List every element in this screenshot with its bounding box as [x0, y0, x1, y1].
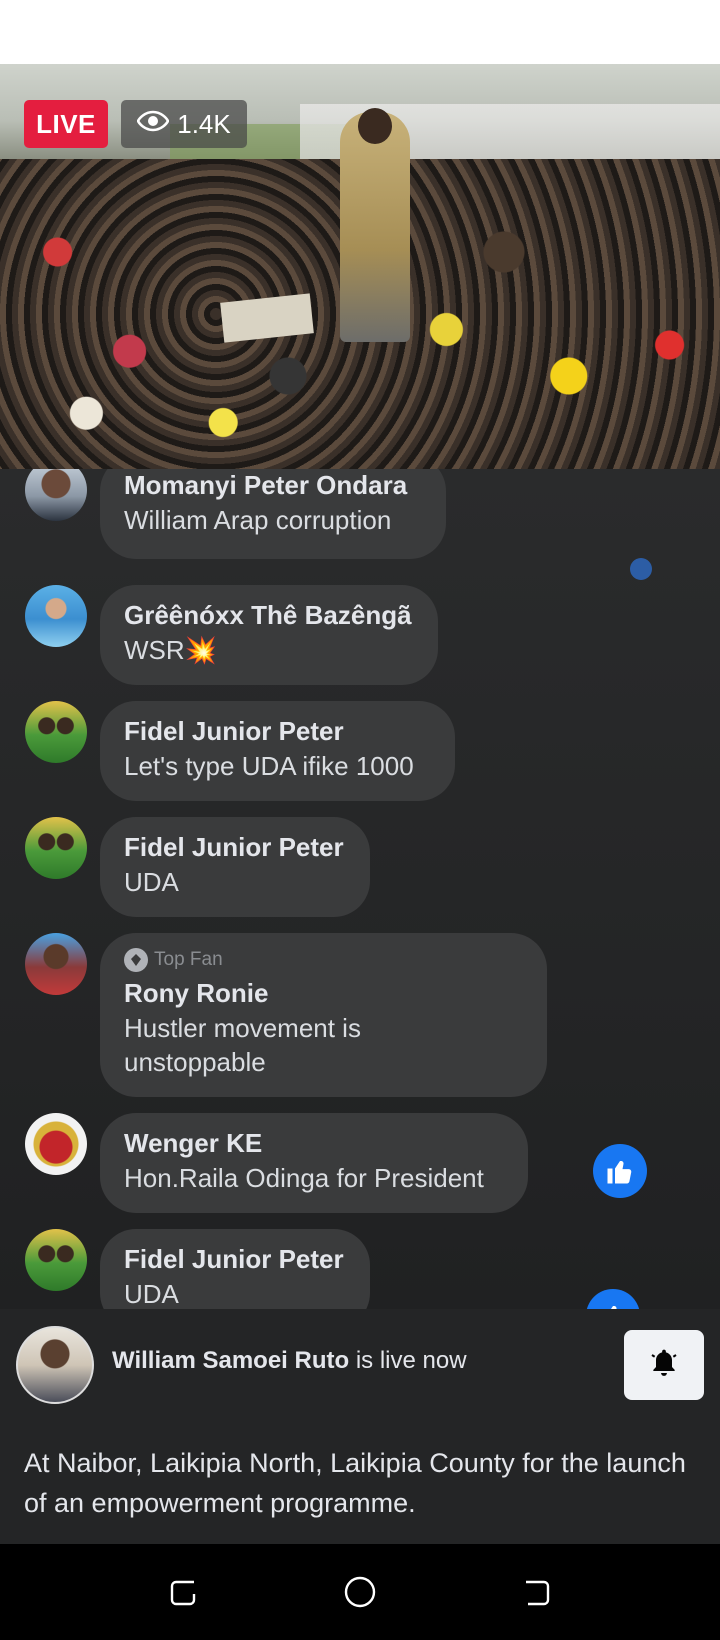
- status-bar: [0, 0, 720, 64]
- avatar[interactable]: [25, 1113, 87, 1175]
- avatar[interactable]: [25, 701, 87, 763]
- comment-bubble: Wenger KE Hon.Raila Odinga for President: [100, 1113, 528, 1213]
- live-status-text: is live now: [355, 1347, 467, 1374]
- comment-text: William Arap corruption: [124, 505, 392, 535]
- avatar[interactable]: [25, 933, 87, 995]
- comment-author[interactable]: Wenger KE: [124, 1125, 504, 1161]
- comment-author[interactable]: Rony Ronie: [124, 975, 523, 1011]
- comment-bubble: Momanyi Peter Ondara William Arap corrup…: [100, 469, 446, 559]
- top-fan-badge: Top Fan: [124, 945, 523, 975]
- live-badge: LIVE: [24, 100, 108, 148]
- avatar[interactable]: [25, 585, 87, 647]
- host-avatar[interactable]: [16, 1326, 94, 1404]
- host-status-line: William Samoei Ruto is live now: [112, 1347, 467, 1375]
- comment-author[interactable]: Momanyi Peter Ondara: [124, 469, 422, 503]
- viewer-count-badge: 1.4K: [121, 100, 247, 148]
- live-description: At Naibor, Laikipia North, Laikipia Coun…: [24, 1448, 686, 1518]
- comment-bubble: Top Fan Rony Ronie Hustler movement is u…: [100, 933, 547, 1097]
- comment-text: UDA: [124, 1279, 179, 1309]
- recent-apps-icon[interactable]: [166, 1574, 202, 1610]
- comment-bubble: Fidel Junior Peter UDA: [100, 817, 370, 917]
- like-icon[interactable]: [586, 1289, 640, 1309]
- comment-author[interactable]: Fidel Junior Peter: [124, 713, 431, 749]
- back-icon[interactable]: [518, 1574, 554, 1610]
- bell-icon: [648, 1347, 680, 1384]
- comment-bubble: Grêênóxx Thê Bazêngã WSR💥: [100, 585, 438, 685]
- home-icon[interactable]: [342, 1574, 378, 1610]
- avatar[interactable]: [25, 817, 87, 879]
- comment-author[interactable]: Fidel Junior Peter: [124, 1241, 346, 1277]
- top-fan-icon: [124, 948, 148, 972]
- like-icon[interactable]: [593, 1144, 647, 1198]
- comment-text: Let's type UDA ifike 1000: [124, 751, 414, 781]
- floating-like-icon: [630, 558, 652, 580]
- comment-text: Hon.Raila Odinga for President: [124, 1163, 484, 1193]
- now-live-panel: William Samoei Ruto is live now At Naibo…: [0, 1309, 720, 1544]
- comment-text: UDA: [124, 867, 179, 897]
- comment-bubble: Fidel Junior Peter UDA: [100, 1229, 370, 1309]
- comment-author[interactable]: Grêênóxx Thê Bazêngã: [124, 597, 414, 633]
- eye-icon: [136, 109, 170, 140]
- top-fan-label: Top Fan: [154, 949, 223, 970]
- viewer-count: 1.4K: [177, 108, 231, 139]
- comment-text: Hustler movement is unstoppable: [124, 1013, 361, 1077]
- comment-author[interactable]: Fidel Junior Peter: [124, 829, 346, 865]
- host-name[interactable]: William Samoei Ruto: [112, 1347, 349, 1374]
- avatar[interactable]: [25, 1229, 87, 1291]
- comment-text: WSR💥: [124, 635, 218, 665]
- system-nav-bar: [0, 1544, 720, 1640]
- avatar[interactable]: [25, 469, 87, 521]
- notification-bell-button[interactable]: [624, 1330, 704, 1400]
- comment-bubble: Fidel Junior Peter Let's type UDA ifike …: [100, 701, 455, 801]
- comments-list[interactable]: Momanyi Peter Ondara William Arap corrup…: [0, 469, 720, 1309]
- live-video[interactable]: [0, 64, 720, 469]
